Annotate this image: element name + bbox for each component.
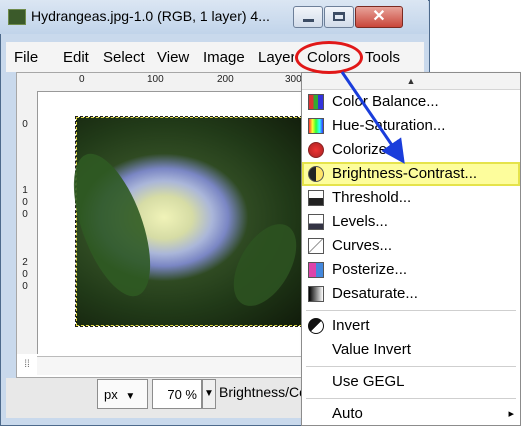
menu-select[interactable]: Select	[103, 49, 145, 66]
menu-item-label: Auto	[332, 405, 363, 422]
ruler-label: 0	[79, 74, 85, 85]
title-bar[interactable]: Hydrangeas.jpg-1.0 (RGB, 1 layer) 4... ✕	[0, 0, 428, 34]
levels-icon	[308, 214, 324, 230]
menu-item-label: Use GEGL	[332, 373, 405, 390]
ruler-label-vertical: 200	[22, 257, 28, 292]
maximize-icon	[333, 12, 345, 21]
zoom-input[interactable]: 70 %	[152, 379, 202, 409]
desaturate-icon	[308, 286, 324, 302]
menu-edit[interactable]: Edit	[63, 49, 89, 66]
color-balance-icon	[308, 94, 324, 110]
annotation-arrow-icon	[340, 71, 405, 164]
menu-tools[interactable]: Tools	[365, 49, 400, 66]
hue-saturation-icon	[308, 118, 324, 134]
image-thumbnail-icon	[8, 9, 26, 25]
ruler-label: 200	[217, 74, 234, 85]
menu-image[interactable]: Image	[203, 49, 245, 66]
minimize-icon	[303, 19, 314, 22]
menu-separator	[306, 398, 516, 399]
menu-item-label: Curves...	[332, 237, 393, 254]
menu-separator	[306, 310, 516, 311]
close-icon: ✕	[372, 8, 386, 25]
submenu-arrow-icon: ▸	[508, 408, 514, 420]
close-button[interactable]: ✕	[355, 6, 403, 28]
menu-view[interactable]: View	[157, 49, 189, 66]
threshold-icon	[308, 190, 324, 206]
ruler-label: 100	[147, 74, 164, 85]
menu-item-label: Threshold...	[332, 189, 412, 206]
horizontal-scrollbar[interactable]	[37, 356, 307, 375]
ruler-label: 0	[22, 119, 28, 130]
menu-layer[interactable]: Layer	[258, 49, 294, 66]
menu-item-levels[interactable]: Levels...	[302, 210, 520, 234]
ruler-label: 300	[285, 74, 302, 85]
menu-file[interactable]: File	[14, 49, 38, 66]
menu-item-auto[interactable]: Auto ▸	[302, 402, 520, 426]
menu-item-label: Desaturate...	[332, 285, 418, 302]
ruler-label-vertical: 100	[22, 185, 28, 220]
menu-item-threshold[interactable]: Threshold...	[302, 186, 520, 210]
menu-item-value-invert[interactable]: Value Invert	[302, 338, 520, 362]
menu-item-curves[interactable]: Curves...	[302, 234, 520, 258]
colorize-icon	[308, 142, 324, 158]
maximize-button[interactable]	[324, 6, 354, 28]
vertical-ruler[interactable]: 0 100 200	[17, 91, 38, 354]
menu-item-invert[interactable]: Invert	[302, 314, 520, 338]
menu-item-desaturate[interactable]: Desaturate...	[302, 282, 520, 306]
menu-item-label: Levels...	[332, 213, 388, 230]
menu-item-label: Invert	[332, 317, 370, 334]
menu-item-label: Posterize...	[332, 261, 408, 278]
menu-item-posterize[interactable]: Posterize...	[302, 258, 520, 282]
invert-icon	[308, 318, 324, 334]
unit-select[interactable]: px ▼	[97, 379, 148, 409]
chevron-down-icon: ▼	[125, 391, 136, 402]
menu-item-use-gegl[interactable]: Use GEGL	[302, 370, 520, 394]
horizontal-ruler[interactable]: 0 100 200 300	[17, 73, 307, 92]
quick-mask-icon[interactable]: ⁞⁞	[17, 355, 37, 375]
posterize-icon	[308, 262, 324, 278]
window-title: Hydrangeas.jpg-1.0 (RGB, 1 layer) 4...	[31, 8, 270, 24]
status-message: Brightness/Co	[219, 384, 305, 400]
menu-separator	[306, 366, 516, 367]
curves-icon	[308, 238, 324, 254]
unit-value: px	[104, 387, 118, 402]
minimize-button[interactable]	[293, 6, 323, 28]
brightness-contrast-icon	[308, 166, 324, 182]
menu-item-label: Value Invert	[332, 341, 411, 358]
zoom-dropdown-icon[interactable]: ▼	[202, 379, 216, 409]
